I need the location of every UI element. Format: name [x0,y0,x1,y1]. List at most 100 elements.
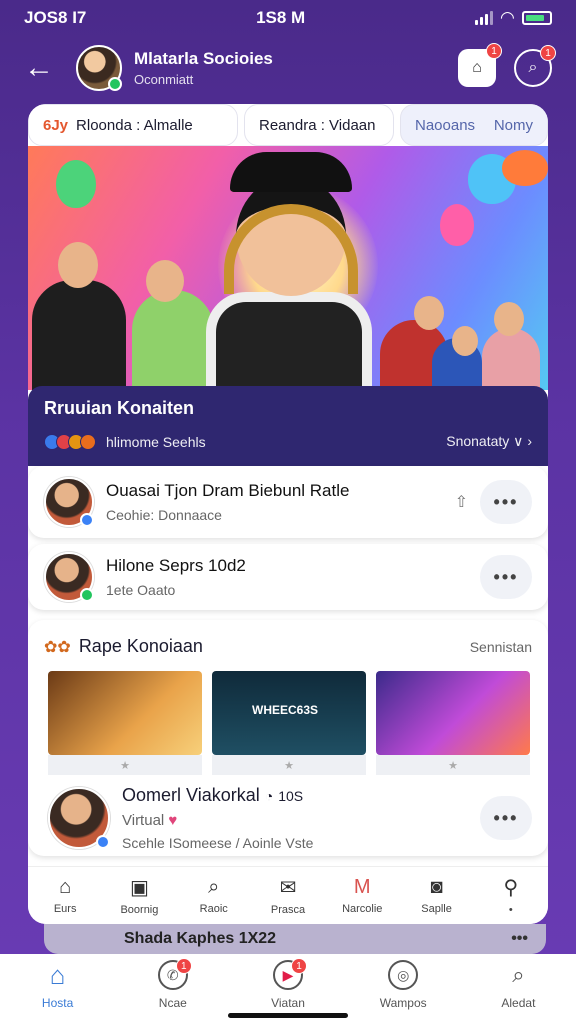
section-link[interactable]: Sennistan [470,639,532,655]
bottom-nav-viatan[interactable]: ▶ 1 Viatan [230,958,345,1010]
online-dot-icon [108,77,122,91]
balloon-orange [502,150,548,186]
person-right-3 [482,328,540,390]
pin-icon[interactable]: ⇧ [455,492,468,512]
search-button[interactable]: ⌕ 1 [514,45,556,87]
live-meta-row: hlimome Seehls Snonataty ∨ › [44,433,532,450]
inner-nav-profile[interactable]: ⚲ • [474,867,548,924]
bag-icon: ▣ [129,877,149,899]
wifi-icon: ◠ [500,8,514,27]
tab-rloonda[interactable]: 6Jy Rloonda : Almalle [28,104,238,146]
clock-icon: ◔ [264,788,274,804]
wow-icon [80,433,96,450]
cap-icon [230,152,352,192]
head-right-3 [494,302,524,336]
balloon-green [56,160,96,208]
bottom-nav-label: Wampos [379,996,427,1010]
hero-image[interactable] [28,146,548,390]
inner-nav-chat[interactable]: ◙ Saplle [399,867,473,924]
bottom-nav-label: Viatan [271,996,305,1010]
thumbnail-image [48,671,202,755]
peek-card[interactable]: Shada Kaphes 1X22 ••• [44,924,546,954]
tab-bar: 6Jy Rloonda : Almalle Reandra : Vidaan N… [28,104,548,146]
thumbnail-caption-icon: ★ [376,755,530,775]
inner-nav-label: Prasca [270,904,306,916]
mail-alt-icon: M [353,876,371,898]
inner-nav-label: Narcolie [342,903,383,915]
more-button[interactable]: ••• [480,796,532,840]
bottom-nav-label: Hosta [41,996,74,1010]
inner-nav-mail[interactable]: ✉ Prasca [251,867,325,924]
head-right-2 [452,326,478,356]
tab-naooans[interactable]: Naooans Nomy [400,104,548,146]
bottom-nav-label: Aledat [501,996,536,1010]
thumbnail-caption-icon: ★ [212,755,366,775]
bottom-nav-home[interactable]: ⌂ Hosta [0,960,115,1011]
bottom-nav-ncae[interactable]: ✆ 1 Ncae [115,958,230,1010]
feature-line-2: Virtual ♥ [122,812,480,829]
row-title: Ouasai Tjon Dram Biebunl Ratle [106,481,350,500]
live-panel[interactable]: Rruuian Konaiten hlimome Seehls Snonatat… [28,386,548,466]
list-item[interactable]: Ouasai Tjon Dram Biebunl Ratle Ceohie: D… [28,466,548,538]
verified-icon [80,513,94,527]
notif-badge: 1 [486,43,502,59]
dot-icon: • [508,904,513,916]
avatar[interactable] [76,45,122,91]
compass-icon: ◎ [388,960,419,990]
recommended-section: ✿✿ Rape Konoiaan Sennistan ★ WHEEC63S ★ … [28,620,548,856]
inbox-button[interactable]: ⌂ 1 [458,43,502,87]
tab-reandra[interactable]: Reandra : Vidaan [244,104,394,146]
list-item[interactable]: Hilone Seprs 10d2 1ete Oaato ••• [28,544,548,610]
inner-nav-gmail[interactable]: M Narcolie [325,867,399,924]
row-text: Hilone Seprs 10d2 1ete Oaato [106,556,480,598]
bottom-nav-wampos[interactable]: ◎ Wampos [346,960,461,1010]
inbox-icon: ⌂ [472,59,482,76]
bottom-nav-bar: ⌂ Hosta ✆ 1 Ncae ▶ 1 Viatan ◎ Wampos ⌕ Ale… [0,954,576,1024]
tab-extra: Nomy [493,116,533,134]
thumbnail-card[interactable]: WHEEC63S ★ [212,671,366,775]
search-badge: 1 [540,45,556,61]
inner-nav-search[interactable]: ⌕ Raoic [177,867,251,924]
reaction-icons [44,433,96,450]
emoji-icon: ✿✿ [44,638,71,656]
play-icon: ▶ 1 [273,958,307,990]
heart-icon: ♥ [168,812,178,829]
more-button[interactable]: ••• [480,555,532,599]
inner-nav-bag[interactable]: ▣ Boornig [102,867,176,924]
inner-nav-label: Boornig [120,904,159,916]
search-icon: ⌕ [512,962,525,987]
online-icon [80,588,94,602]
balloon-pink [440,204,474,246]
tab-icon: 6Jy [43,116,69,134]
feature-title: Oomerl Viakorkal [122,785,260,805]
tab-label: Reandra : Vidaan [259,116,376,134]
more-button[interactable]: ••• [480,480,532,524]
thumbnail-card[interactable]: ★ [48,671,202,775]
thumbnail-card[interactable]: ★ [376,671,530,775]
peek-title: Shada Kaphes 1X22 [124,930,277,947]
head-left-2 [146,260,184,302]
live-sort[interactable]: Snonataty ∨ › [446,433,532,450]
featured-item[interactable]: Oomerl Viakorkal ◔ 10S Virtual ♥ Scehle … [28,775,548,851]
thumbnail-text: WHEEC63S [252,703,319,717]
chat-icon: ◙ [430,876,443,898]
section-header: ✿✿ Rape Konoiaan Sennistan [28,620,548,657]
verified-icon [96,835,110,849]
row-subtitle: Ceohie: Donnaace [106,507,222,523]
tab-label: Naooans [415,116,476,134]
feature-sub: Virtual [122,812,165,829]
head-right-1 [414,296,444,330]
search-icon: ⌕ [528,59,538,76]
row-text: Ouasai Tjon Dram Biebunl Ratle Ceohie: D… [106,481,455,523]
back-arrow-icon[interactable]: ← [24,51,64,85]
person-left-2 [132,290,214,390]
feature-title-line: Oomerl Viakorkal ◔ 10S [122,785,480,806]
live-sort-label: Snonataty [446,433,510,449]
ncae-badge: 1 [175,958,192,974]
inner-nav-home[interactable]: ⌂ Eurs [28,867,102,924]
status-icons: ◠ [474,8,552,28]
head-left-1 [58,242,98,288]
bottom-nav-aledat[interactable]: ⌕ Aledat [461,960,576,1010]
inner-nav-bar: ⌂ Eurs ▣ Boornig ⌕ Raoic ✉ Prasca M Narcolie … [28,866,548,924]
home-icon: ⌂ [59,876,72,898]
